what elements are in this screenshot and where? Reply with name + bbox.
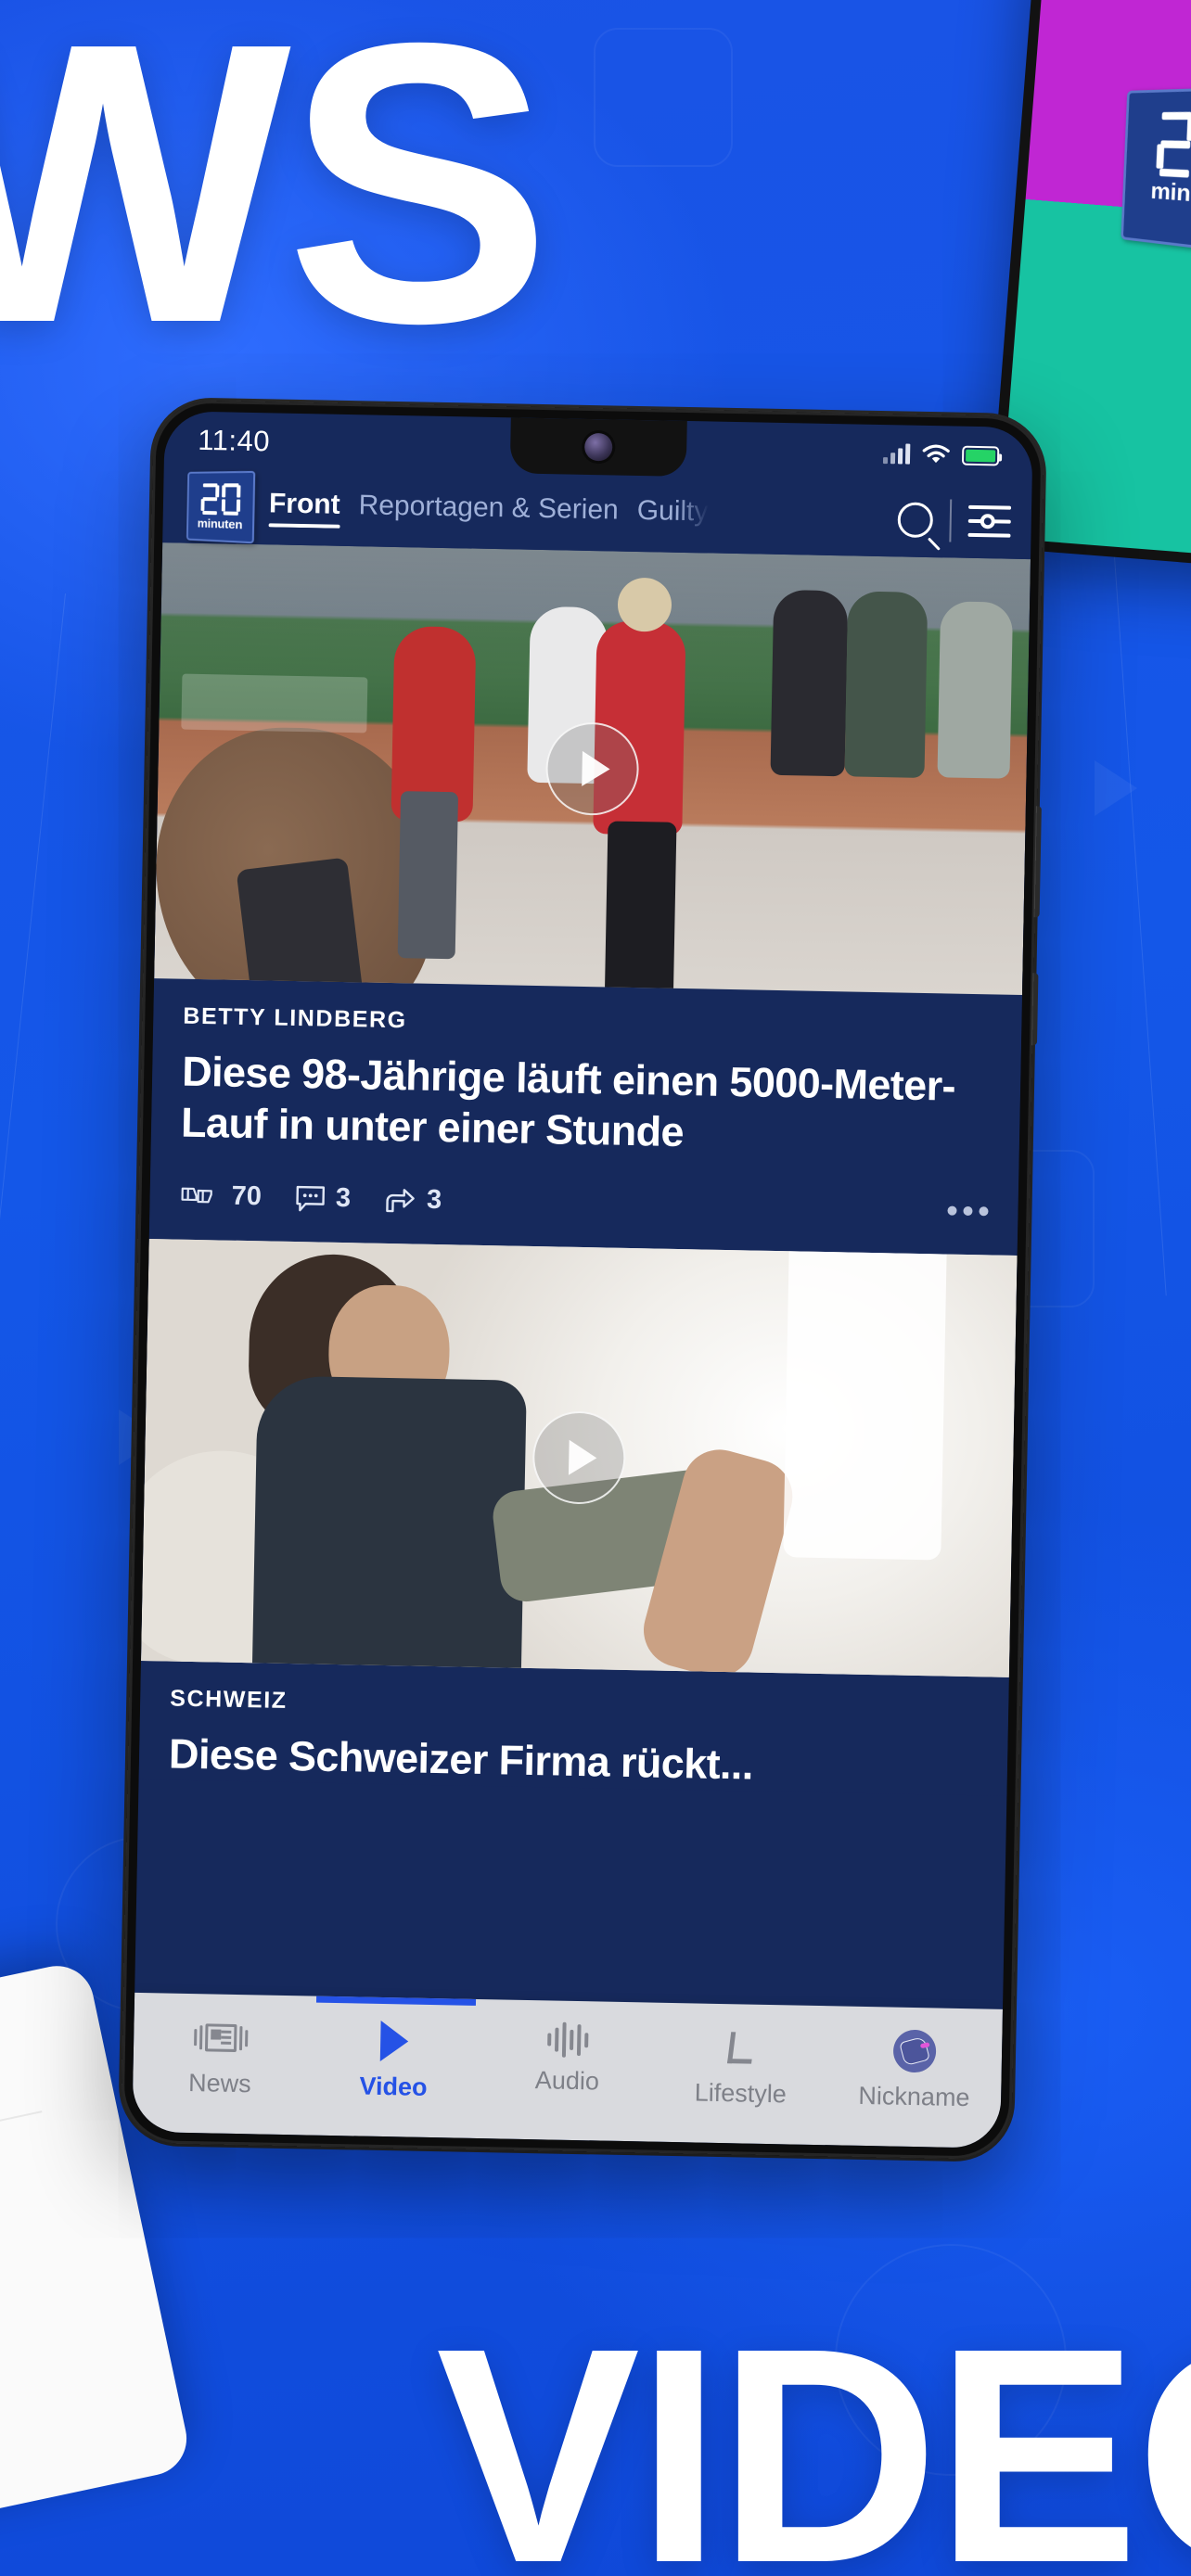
brand-logo: minuten <box>1114 85 1191 258</box>
comment-group[interactable]: 3 <box>295 1182 352 1214</box>
thumbs-icon <box>181 1187 212 1204</box>
status-clock: 11:40 <box>197 423 271 458</box>
tab-reportagen-serien[interactable]: Reportagen & Serien <box>358 490 619 533</box>
share-group[interactable]: 3 <box>384 1184 442 1216</box>
video-thumbnail[interactable] <box>141 1238 1018 1677</box>
video-card[interactable]: BETTY LINDBERG Diese 98-Jährige läuft ei… <box>148 542 1031 1256</box>
comment-count: 3 <box>335 1183 352 1214</box>
lifestyle-icon <box>727 2024 756 2071</box>
tab-front[interactable]: Front <box>269 488 340 528</box>
phone-screen: 11:40 minuten Front Reportagen & Serien … <box>132 411 1033 2149</box>
nav-item-nickname[interactable]: Nickname <box>830 2026 999 2112</box>
wifi-icon <box>922 444 950 464</box>
video-card[interactable]: SCHWEIZ Diese Schweizer Firma rückt... <box>138 1238 1018 1796</box>
avatar-icon <box>892 2028 937 2075</box>
tab-bar: Front Reportagen & Serien Guilty <box>269 488 884 539</box>
sliders-icon[interactable] <box>967 504 1012 540</box>
nav-item-video[interactable]: Video <box>310 2017 479 2103</box>
nav-label: Audio <box>534 2066 600 2096</box>
divider <box>949 499 953 542</box>
nav-label: Video <box>359 2072 428 2101</box>
video-feed[interactable]: BETTY LINDBERG Diese 98-Jährige läuft ei… <box>132 542 1031 2149</box>
background-word-news: WS <box>0 0 552 406</box>
battery-icon <box>961 445 1000 465</box>
seven-segment-digit <box>221 482 240 516</box>
nav-item-audio[interactable]: Audio <box>483 2020 652 2097</box>
divider <box>0 2111 43 2171</box>
seven-segment-digit <box>1155 111 1191 178</box>
brand-logo[interactable]: minuten <box>185 470 256 544</box>
search-icon[interactable] <box>897 502 934 539</box>
tab-guilty[interactable]: Guilty <box>636 495 708 535</box>
hairline <box>0 593 66 1424</box>
like-count: 70 <box>231 1181 263 1212</box>
card-title[interactable]: Diese Schweizer Firma rückt... <box>169 1728 979 1795</box>
play-icon <box>379 2018 409 2065</box>
waveform-icon <box>547 2021 589 2059</box>
background-word-video: VIDEO <box>436 2284 1191 2576</box>
comment-icon <box>296 1185 326 1212</box>
share-icon <box>386 1188 416 1213</box>
nav-label: Nickname <box>858 2081 970 2112</box>
video-thumbnail[interactable] <box>154 542 1031 996</box>
logo-word: minuten <box>1150 176 1191 210</box>
card-kicker: SCHWEIZ <box>169 1685 288 1714</box>
nav-item-news[interactable]: News <box>136 2013 305 2099</box>
card-kicker: BETTY LINDBERG <box>183 1002 408 1034</box>
card-engagement-bar: 70 3 3 <box>149 1148 1019 1256</box>
seven-segment-digit <box>200 482 219 515</box>
more-options-icon[interactable] <box>947 1205 989 1217</box>
watermark-square <box>594 28 733 167</box>
nav-label: Lifestyle <box>694 2078 788 2109</box>
main-phone-device: 11:40 minuten Front Reportagen & Serien … <box>121 399 1044 2161</box>
like-group[interactable]: 70 <box>179 1180 262 1213</box>
newspaper-icon <box>193 2014 248 2061</box>
share-count: 3 <box>426 1185 442 1216</box>
signal-bars-icon <box>882 443 911 465</box>
nav-item-lifestyle[interactable]: Lifestyle <box>657 2023 826 2110</box>
card-title[interactable]: Diese 98-Jährige läuft einen 5000-Meter-… <box>181 1047 992 1165</box>
bottom-navigation: News Video Audio Lifestyle Nickname <box>132 1992 1003 2149</box>
nav-label: News <box>187 2069 251 2098</box>
logo-word: minuten <box>197 516 243 531</box>
